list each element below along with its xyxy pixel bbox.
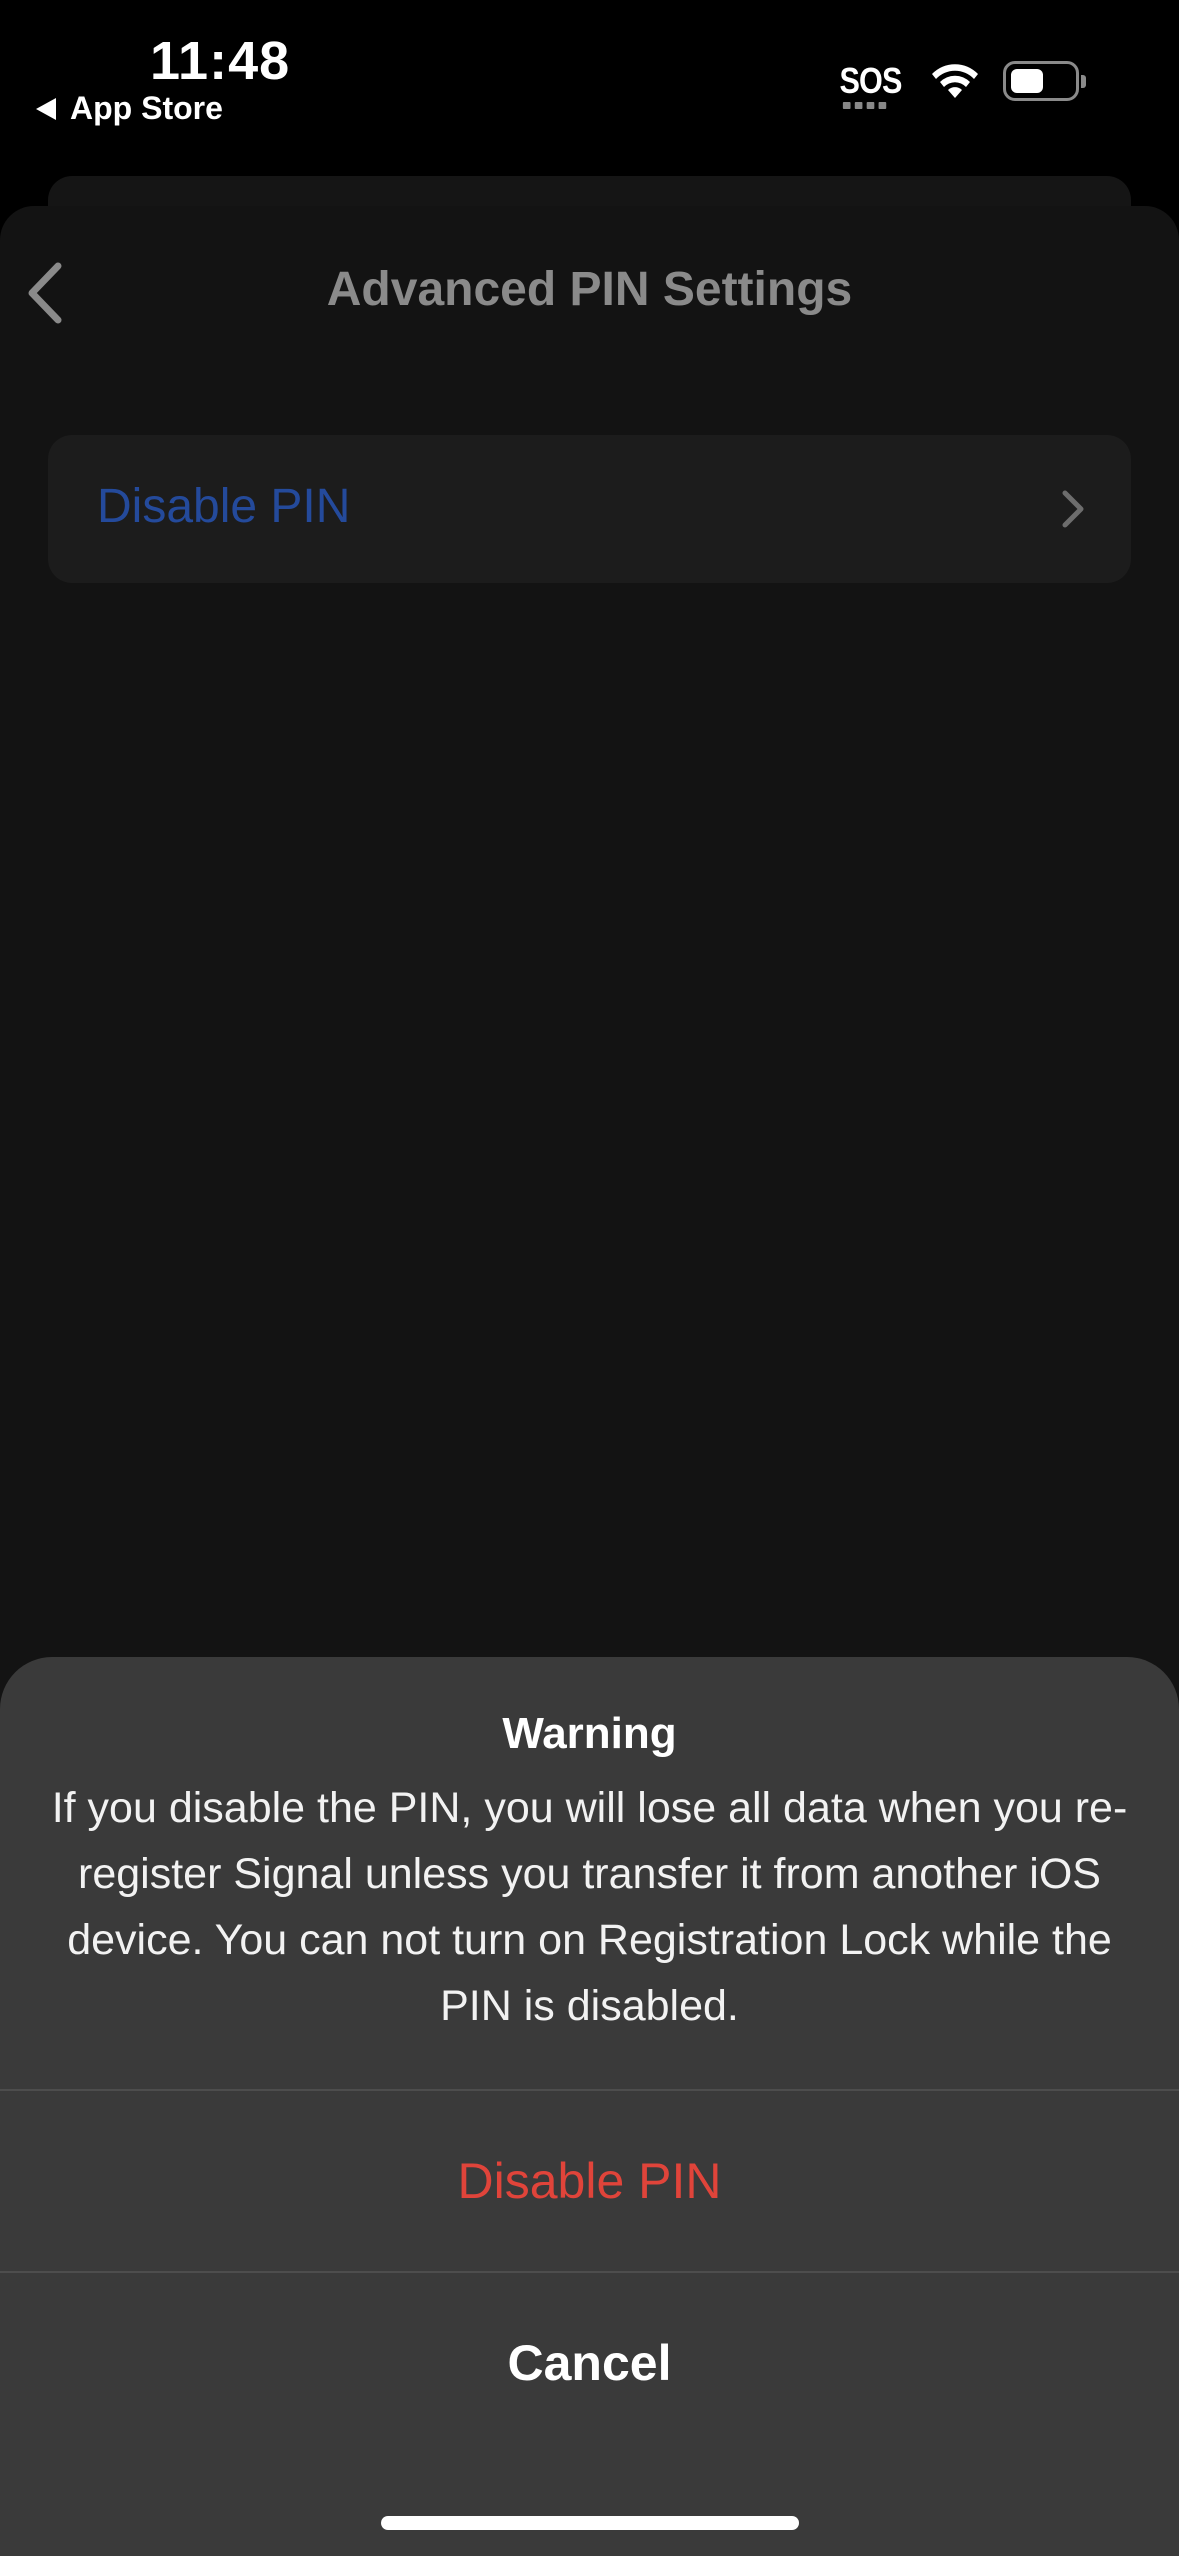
back-app-label: App Store	[70, 90, 223, 126]
warning-action-sheet: Warning If you disable the PIN, you will…	[0, 1657, 1179, 2556]
status-indicators: SOS	[834, 60, 1086, 109]
battery-level	[1011, 69, 1043, 93]
cancel-button[interactable]: Cancel	[0, 2273, 1179, 2453]
disable-pin-row[interactable]: Disable PIN	[48, 435, 1131, 583]
chevron-right-icon	[1062, 490, 1084, 528]
battery-icon	[1003, 61, 1086, 101]
status-time: 11:48	[150, 31, 291, 91]
disable-pin-row-label: Disable PIN	[97, 480, 351, 533]
disable-pin-button[interactable]: Disable PIN	[0, 2091, 1179, 2271]
battery-cap	[1081, 75, 1086, 88]
action-sheet-message: If you disable the PIN, you will lose al…	[51, 1784, 1128, 2030]
sos-indicator: SOS	[839, 60, 902, 109]
action-sheet-title: Warning	[502, 1709, 677, 1758]
status-bar: 11:48 App Store SOS	[0, 0, 1179, 175]
signal-dots-icon	[842, 102, 891, 109]
sos-label: SOS	[839, 60, 902, 101]
back-to-app-store-link[interactable]: App Store	[36, 90, 223, 127]
back-triangle-icon	[36, 97, 56, 120]
action-sheet-header: Warning If you disable the PIN, you will…	[0, 1657, 1179, 2089]
page-title: Advanced PIN Settings	[326, 263, 853, 316]
home-indicator[interactable]	[381, 2516, 799, 2530]
screen: 11:48 App Store SOS Advanced PIN Setting…	[0, 0, 1179, 2556]
wifi-icon	[932, 64, 978, 98]
